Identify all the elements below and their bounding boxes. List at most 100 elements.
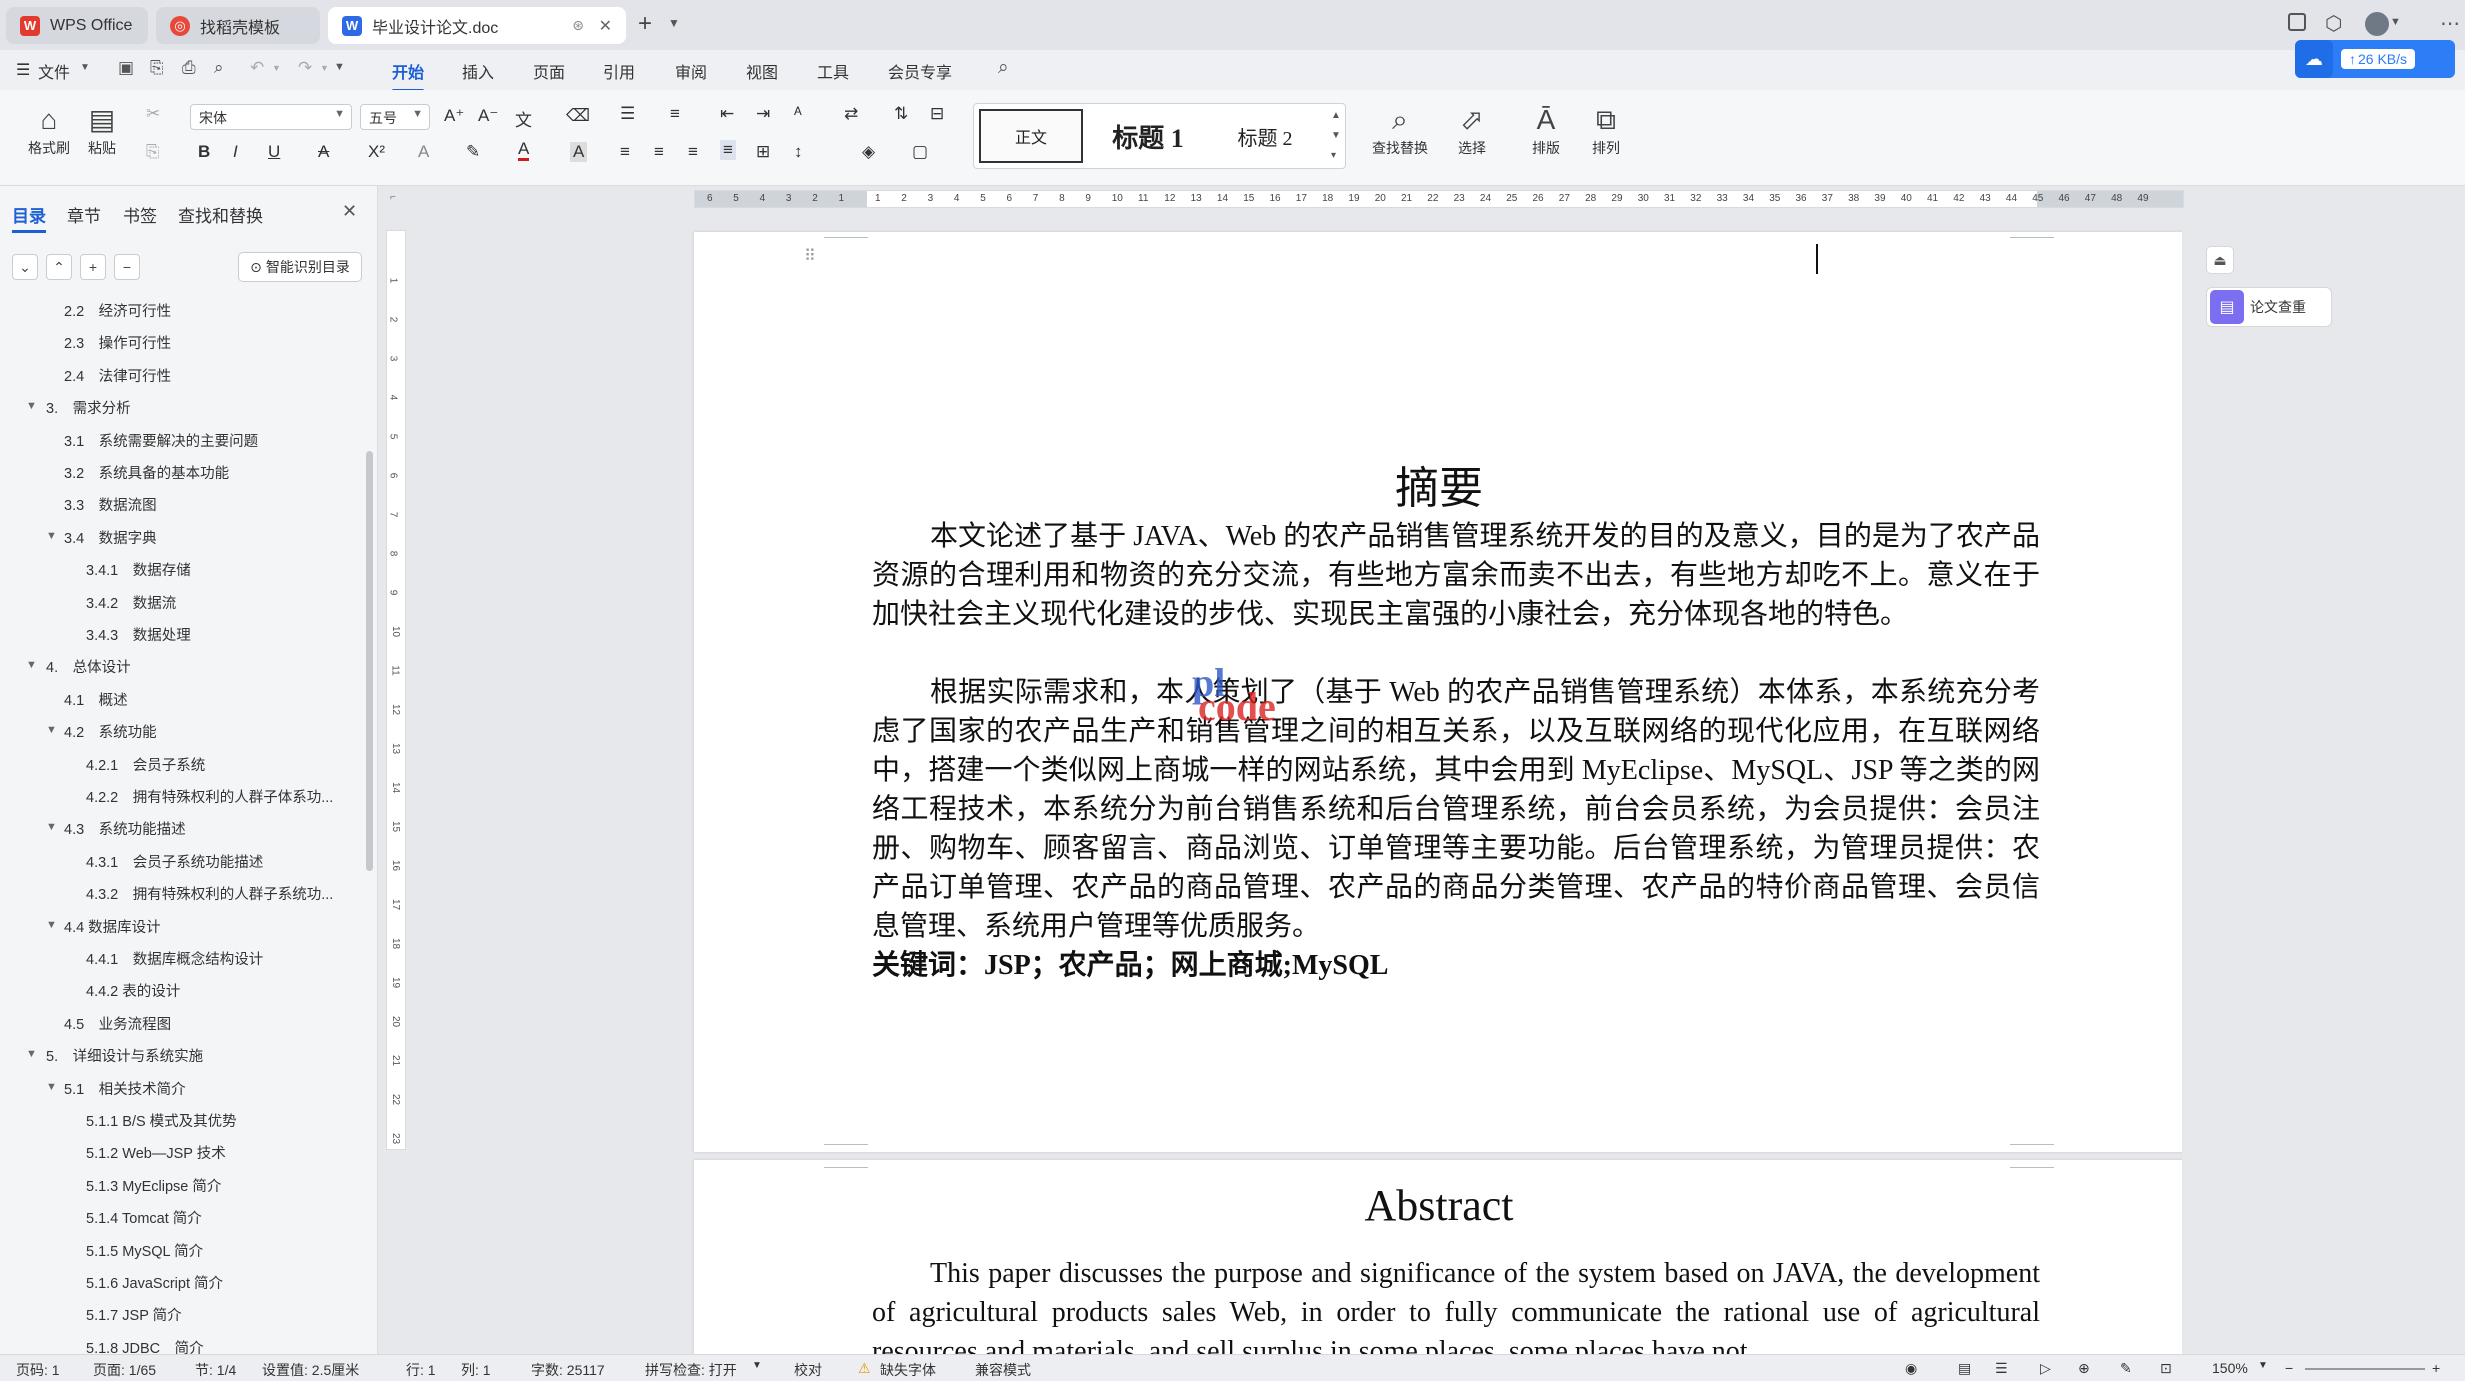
styles-down-icon[interactable]: ▼ — [1331, 130, 1341, 141]
find-replace-button[interactable]: ⌕ 查找替换 — [1372, 102, 1428, 158]
align-center-icon[interactable]: ≡ — [654, 142, 664, 162]
toc-item[interactable]: 4.3.1 会员子系统功能描述 — [86, 851, 263, 872]
paper-check-button[interactable]: ▤ 论文查重 — [2206, 287, 2332, 327]
zoom-out-icon[interactable]: − — [2285, 1360, 2293, 1376]
spell-chevron-icon[interactable]: ▼ — [752, 1360, 762, 1371]
status-proofread[interactable]: 校对 — [794, 1360, 822, 1380]
toc-item[interactable]: 3.2 系统具备的基本功能 — [64, 462, 229, 483]
toc-item[interactable]: 5.1 相关技术简介 — [64, 1078, 186, 1099]
undo-icon[interactable]: ↶ — [250, 58, 264, 78]
close-tab-icon[interactable]: ✕ — [599, 16, 612, 36]
style-heading-1[interactable]: 标题 1 — [1092, 104, 1204, 168]
zoom-in-icon[interactable]: + — [2432, 1360, 2440, 1376]
styles-up-icon[interactable]: ▲ — [1331, 110, 1341, 121]
format-painter-button[interactable]: ⌂ 格式刷 — [28, 102, 70, 158]
italic-icon[interactable]: I — [233, 142, 238, 162]
eye-protect-icon[interactable]: ◉ — [1905, 1360, 1917, 1377]
menu-page[interactable]: 页面 — [533, 59, 565, 83]
toc-item[interactable]: 5.1.4 Tomcat 简介 — [86, 1207, 202, 1228]
bullet-list-icon[interactable]: ☰ — [620, 104, 635, 124]
toc-item[interactable]: 4.2.1 会员子系统 — [86, 754, 205, 775]
avatar[interactable] — [2365, 12, 2389, 36]
hamburger-icon[interactable]: ☰ — [16, 60, 30, 80]
arrange-button[interactable]: ⧉ 排列 — [1592, 102, 1620, 158]
toc-item[interactable]: 2.4 法律可行性 — [64, 365, 171, 386]
toc-expand-caret-icon[interactable]: ▼ — [26, 400, 37, 412]
styles-more-icon[interactable]: ▾ — [1331, 150, 1336, 161]
redo-icon[interactable]: ↷ — [298, 58, 312, 78]
tab-stop-selector[interactable]: ⌐ — [390, 192, 396, 203]
horizontal-ruler[interactable]: 6 5 4 3 2 1 1 2 3 4 5 6 7 8 9 10 11 12 13 14 15 16 17 18 19 20 21 2… — [694, 190, 2184, 208]
toc-expand-caret-icon[interactable]: ▼ — [26, 659, 37, 671]
zoom-chevron-icon[interactable]: ▼ — [2258, 1360, 2268, 1371]
toc-item[interactable]: 4.3.2 拥有特殊权利的人群子系统功... — [86, 883, 333, 904]
sort-icon[interactable]: ⇅ — [894, 104, 908, 124]
new-tab-icon[interactable]: + — [638, 10, 652, 38]
toc-item[interactable]: 5. 详细设计与系统实施 — [46, 1045, 203, 1066]
align-right-icon[interactable]: ≡ — [688, 142, 698, 162]
toc-item[interactable]: 4.4.2 表的设计 — [86, 980, 180, 1001]
toc-item[interactable]: 3.4.2 数据流 — [86, 592, 176, 613]
distribute-icon[interactable]: ⊞ — [756, 142, 770, 162]
style-heading-2[interactable]: 标题 2 — [1210, 104, 1320, 168]
toc-expand-caret-icon[interactable]: ▼ — [46, 1081, 57, 1093]
toc-item[interactable]: 5.1.7 JSP 简介 — [86, 1304, 182, 1325]
char-shading-icon[interactable]: A — [570, 142, 588, 162]
copy-icon[interactable]: ⎘ — [146, 142, 160, 162]
toc-item[interactable]: 3. 需求分析 — [46, 397, 131, 418]
font-size-select[interactable]: 五号 ▼ — [360, 104, 430, 130]
toc-expand-caret-icon[interactable]: ▼ — [46, 919, 57, 931]
layout-icon[interactable] — [2288, 13, 2306, 31]
zoom-fit-icon[interactable]: ⊡ — [2160, 1360, 2172, 1377]
toc-item[interactable]: 3.3 数据流图 — [64, 494, 157, 515]
status-page[interactable]: 页面: 1/65 — [93, 1360, 156, 1380]
document-canvas[interactable]: ⠿ 摘要 本文论述了基于 JAVA、Web 的农产品销售管理系统开发的目的及意义… — [406, 208, 2182, 1354]
export-pdf-icon[interactable]: ⎘ — [150, 58, 164, 78]
zoom-slider[interactable] — [2305, 1368, 2425, 1370]
quick-access-chevron-icon[interactable]: ▼ — [334, 61, 345, 73]
page-1[interactable]: ⠿ 摘要 本文论述了基于 JAVA、Web 的农产品销售管理系统开发的目的及意义… — [694, 232, 2182, 1152]
cut-icon[interactable]: ✂ — [146, 104, 160, 124]
toc-item[interactable]: 3.1 系统需要解决的主要问题 — [64, 430, 258, 451]
tab-wps-office[interactable]: W WPS Office — [6, 7, 148, 44]
drag-handle-icon[interactable]: ⠿ — [804, 246, 816, 266]
nav-scrollbar[interactable] — [366, 451, 373, 871]
file-chevron-icon[interactable]: ▼ — [80, 62, 90, 73]
status-missing-font[interactable]: 缺失字体 — [880, 1360, 936, 1380]
superscript-icon[interactable]: X² — [368, 142, 385, 162]
toc-item[interactable]: 4.4.1 数据库概念结构设计 — [86, 948, 263, 969]
toc-item[interactable]: 4.1 概述 — [64, 689, 128, 710]
print-icon[interactable]: ⎙ — [182, 58, 196, 78]
shrink-font-icon[interactable]: A⁻ — [478, 106, 498, 126]
menu-tools[interactable]: 工具 — [817, 59, 849, 83]
toc-item[interactable]: 4.2 系统功能 — [64, 721, 157, 742]
more-icon[interactable]: ⋯ — [2440, 11, 2460, 36]
paste-button[interactable]: ▤ 粘贴 — [88, 102, 116, 158]
vertical-ruler[interactable]: 1 2 3 4 5 6 7 8 9 10 11 12 13 14 15 16 17 18 19 20 21 22 23 — [386, 230, 406, 1150]
status-zoom[interactable]: 150% — [2212, 1360, 2248, 1376]
edit-icon[interactable]: ✎ — [2120, 1360, 2132, 1377]
file-menu[interactable]: 文件 — [38, 59, 70, 83]
toc-item[interactable]: 4.5 业务流程图 — [64, 1013, 171, 1034]
clear-format-icon[interactable]: ⌫ — [566, 106, 590, 126]
menu-view[interactable]: 视图 — [746, 59, 778, 83]
toc-item[interactable]: 5.1.5 MySQL 简介 — [86, 1240, 203, 1261]
avatar-chevron-icon[interactable]: ▼ — [2390, 16, 2401, 28]
collapse-panel-icon[interactable]: ⏏ — [2206, 246, 2234, 274]
toc-item[interactable]: 4. 总体设计 — [46, 656, 131, 677]
menu-insert[interactable]: 插入 — [462, 59, 494, 83]
tab-list-chevron-icon[interactable]: ▼ — [668, 16, 680, 30]
chinese-layout-icon[interactable]: ᴬ — [794, 104, 802, 124]
toc-expand-caret-icon[interactable]: ▼ — [26, 1048, 37, 1060]
toc-item[interactable]: 5.1.2 Web—JSP 技术 — [86, 1142, 226, 1163]
save-icon[interactable]: ▣ — [118, 58, 134, 78]
phonetic-icon[interactable]: 文 — [515, 106, 532, 131]
style-normal[interactable]: 正文 — [979, 109, 1083, 163]
status-spell-check[interactable]: 拼写检查: 打开 — [645, 1360, 737, 1380]
toc-item[interactable]: 3.4 数据字典 — [64, 527, 157, 548]
font-name-select[interactable]: 宋体 ▼ — [190, 104, 352, 130]
text-direction-icon[interactable]: ⇄ — [844, 104, 858, 124]
align-left-icon[interactable]: ≡ — [620, 142, 630, 162]
text-effect-icon[interactable]: A — [418, 142, 429, 162]
show-marks-icon[interactable]: ⊟ — [930, 104, 944, 124]
